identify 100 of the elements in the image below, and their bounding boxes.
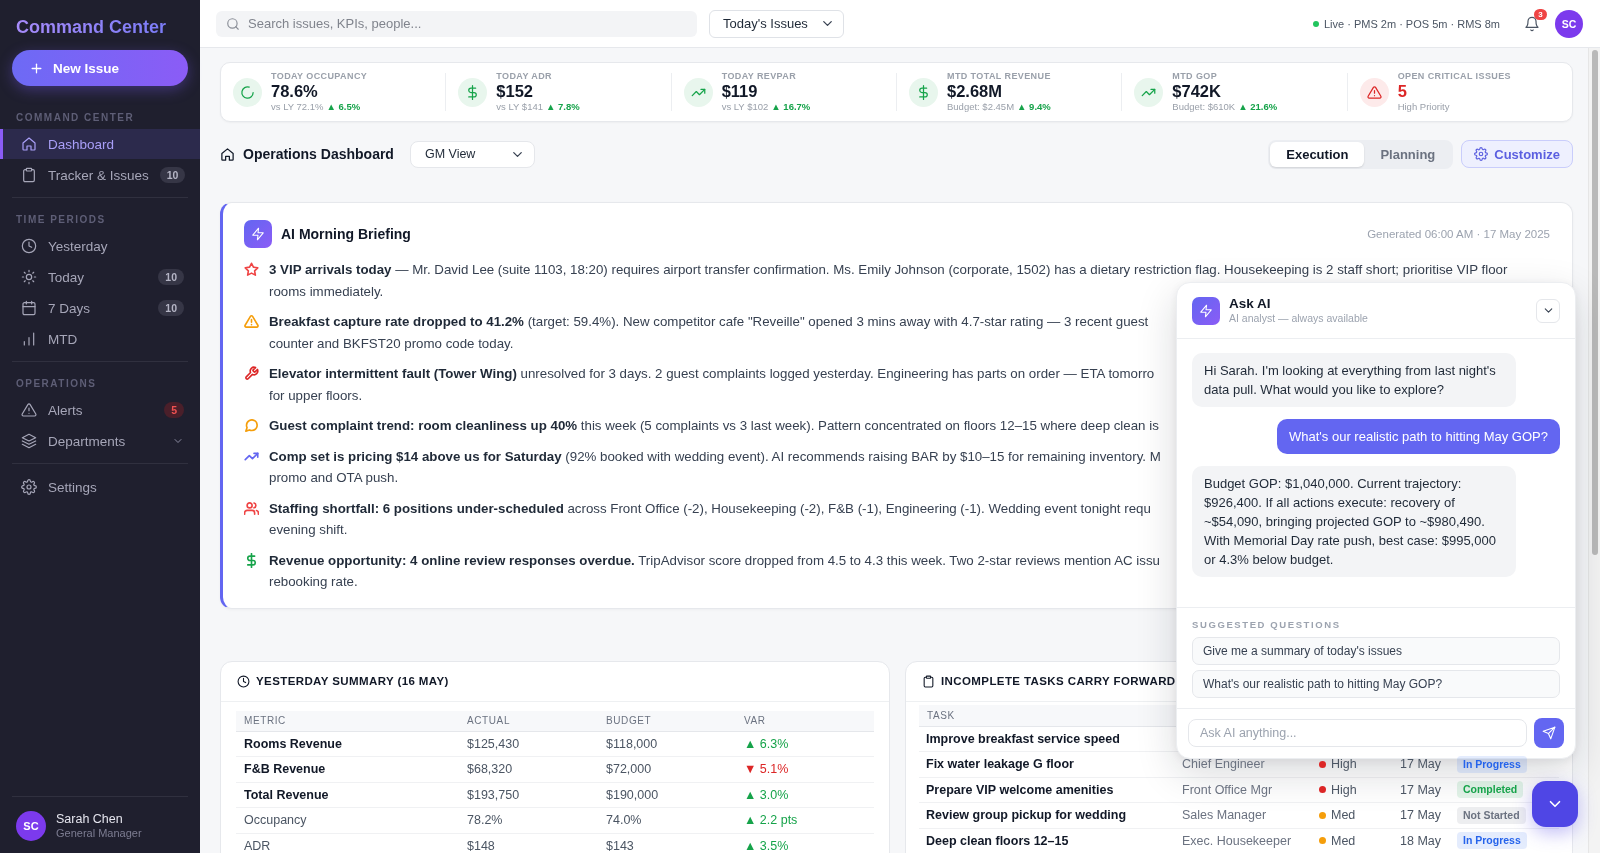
issue-filter-dropdown[interactable]: Today's Issues xyxy=(709,9,844,38)
suggested-question[interactable]: What's our realistic path to hitting May GOP? xyxy=(1192,670,1560,698)
nav-item[interactable]: Alerts 5 xyxy=(0,395,200,425)
customize-button[interactable]: Customize xyxy=(1461,140,1573,168)
chat-toggle-button[interactable] xyxy=(1532,781,1578,827)
kpi-label: MTD GOP xyxy=(1172,71,1219,82)
nav-item[interactable]: Settings xyxy=(0,472,200,502)
card-title: YESTERDAY SUMMARY (16 MAY) xyxy=(256,675,449,687)
table-cell-text: $118,000 xyxy=(605,736,659,751)
nav-item[interactable]: MTD xyxy=(0,324,200,354)
table-cell: Front Office Mgr xyxy=(1182,782,1273,797)
kpi-comparison: High Priority xyxy=(1397,101,1450,113)
trend-up-icon xyxy=(1134,77,1164,107)
kpi-change: ▲ 16.7% xyxy=(771,101,811,113)
mode-tab[interactable]: Execution xyxy=(1270,141,1365,167)
lightning-icon xyxy=(1192,296,1220,325)
nav-item[interactable]: 7 Days 10 xyxy=(0,293,200,323)
chat-subtitle: AI analyst — always available xyxy=(1229,312,1368,325)
sun-icon xyxy=(21,269,37,285)
table-cell-text: $125,430 xyxy=(466,736,521,751)
table-cell: 17 May xyxy=(1400,808,1441,823)
plus-icon xyxy=(30,61,43,75)
nav-item[interactable]: Departments xyxy=(0,426,200,456)
warning-icon xyxy=(21,402,37,418)
clock-icon xyxy=(21,238,37,254)
section-heading: TIME PERIODS xyxy=(15,214,107,226)
home-icon xyxy=(220,146,235,162)
table-cell-text: ▲ 6.3% xyxy=(743,736,790,751)
notifications-icon[interactable] xyxy=(1524,15,1540,32)
count-badge: 5 xyxy=(164,402,184,418)
search-field[interactable]: Search issues, KPIs, people... xyxy=(216,10,697,37)
table-cell-text: ▲ 2.2 pts xyxy=(743,813,799,828)
kpi-change: ▲ 9.4% xyxy=(1017,101,1051,113)
column-header: BUDGET xyxy=(605,715,653,726)
send-button[interactable] xyxy=(1534,718,1564,748)
table-cell: 18 May xyxy=(1400,833,1441,848)
nav-item[interactable]: Today 10 xyxy=(0,262,200,292)
table-cell-text: Occupancy xyxy=(243,813,308,828)
suggested-question[interactable]: Give me a summary of today's issues xyxy=(1192,637,1560,665)
status-tag: In Progress xyxy=(1457,832,1527,850)
page-title: Operations Dashboard xyxy=(243,146,394,162)
kpi-value: $152 xyxy=(496,82,535,101)
section-heading: OPERATIONS xyxy=(15,378,98,390)
kpi-comparison: Budget: $610K xyxy=(1172,101,1236,113)
kpi-change: ▲ 21.6% xyxy=(1238,101,1278,113)
kpi-label: MTD TOTAL REVENUE xyxy=(947,71,1051,82)
user-name: Sarah Chen xyxy=(56,812,124,827)
kpi-value: 5 xyxy=(1397,82,1408,101)
kpi-change: ▲ 7.8% xyxy=(546,101,580,113)
table-cell-text: F&B Revenue xyxy=(243,762,327,777)
table-cell-text: Prepare VIP welcome amenities xyxy=(925,782,1115,797)
user-avatar[interactable]: SC xyxy=(1555,9,1583,38)
table-cell-text: Review group pickup for wedding xyxy=(925,808,1127,823)
table-cell: 17 May xyxy=(1400,757,1441,772)
kpi-comparison: vs LY 72.1% xyxy=(271,101,324,113)
notification-count: 3 xyxy=(1534,8,1547,20)
kpi-value: $119 xyxy=(721,82,759,101)
section-heading: COMMAND CENTER xyxy=(15,112,136,124)
collapse-button[interactable] xyxy=(1536,298,1560,323)
briefing-title: AI Morning Briefing xyxy=(281,226,411,242)
kpi-label: OPEN CRITICAL ISSUES xyxy=(1397,71,1511,82)
table-cell-text: $148 xyxy=(466,838,496,853)
table-cell-text: Fix water leakage G floor xyxy=(925,757,1075,772)
table-cell: Exec. Housekeeper xyxy=(1182,833,1292,848)
bar-chart-icon xyxy=(21,331,37,347)
nav-item[interactable]: Tracker & Issues 10 xyxy=(0,160,200,190)
count-badge: 10 xyxy=(158,300,184,316)
clock-icon xyxy=(237,674,250,688)
briefing-text: Comp set is pricing $14 above us for Saturday (92% booked with wedding event). AI recommends raising BAR by $10–15 for remaining inventory. M promo and OTA push. xyxy=(269,447,1161,487)
mode-tab[interactable]: Planning xyxy=(1364,141,1452,167)
user-avatar: SC xyxy=(16,811,46,841)
table-cell-text: ▼ 5.1% xyxy=(743,762,790,777)
sync-status-text: Live · PMS 2m · POS 5m · RMS 8m xyxy=(1323,17,1500,30)
chat-title: Ask AI xyxy=(1229,296,1272,312)
table-cell-text: ▲ 3.0% xyxy=(743,787,790,802)
clipboard-icon xyxy=(21,167,37,183)
ring-icon xyxy=(233,77,262,107)
table-cell-text: ADR xyxy=(243,838,272,853)
kpi-label: TODAY ADR xyxy=(496,71,553,82)
kpi-change: ▲ 6.5% xyxy=(326,101,361,113)
scrollbar[interactable] xyxy=(1588,48,1600,853)
chat-input[interactable]: Ask AI anything... xyxy=(1188,719,1527,747)
table-cell: High xyxy=(1331,757,1357,772)
calendar-icon xyxy=(21,300,37,316)
table-cell-text: Improve breakfast service speed xyxy=(925,731,1121,746)
column-header: VAR xyxy=(743,715,767,726)
view-dropdown[interactable]: GM View xyxy=(409,140,535,168)
nav-item[interactable]: Yesterday xyxy=(0,231,200,261)
home-icon xyxy=(21,136,37,152)
settings-icon xyxy=(21,479,37,495)
generated-timestamp: Generated 06:00 AM · 17 May 2025 xyxy=(1367,228,1550,240)
settings-icon xyxy=(1474,147,1489,161)
send-icon xyxy=(1542,726,1556,740)
nav-item[interactable]: Dashboard xyxy=(0,129,200,159)
dollar-icon xyxy=(909,77,938,107)
kpi-label: TODAY OCCUPANCY xyxy=(271,71,368,82)
table-cell-text: 74.0% xyxy=(605,813,643,828)
table-cell-text: ▲ 3.5% xyxy=(743,838,790,853)
column-header: METRIC xyxy=(243,715,287,726)
new-issue-button[interactable]: New Issue xyxy=(12,50,188,86)
